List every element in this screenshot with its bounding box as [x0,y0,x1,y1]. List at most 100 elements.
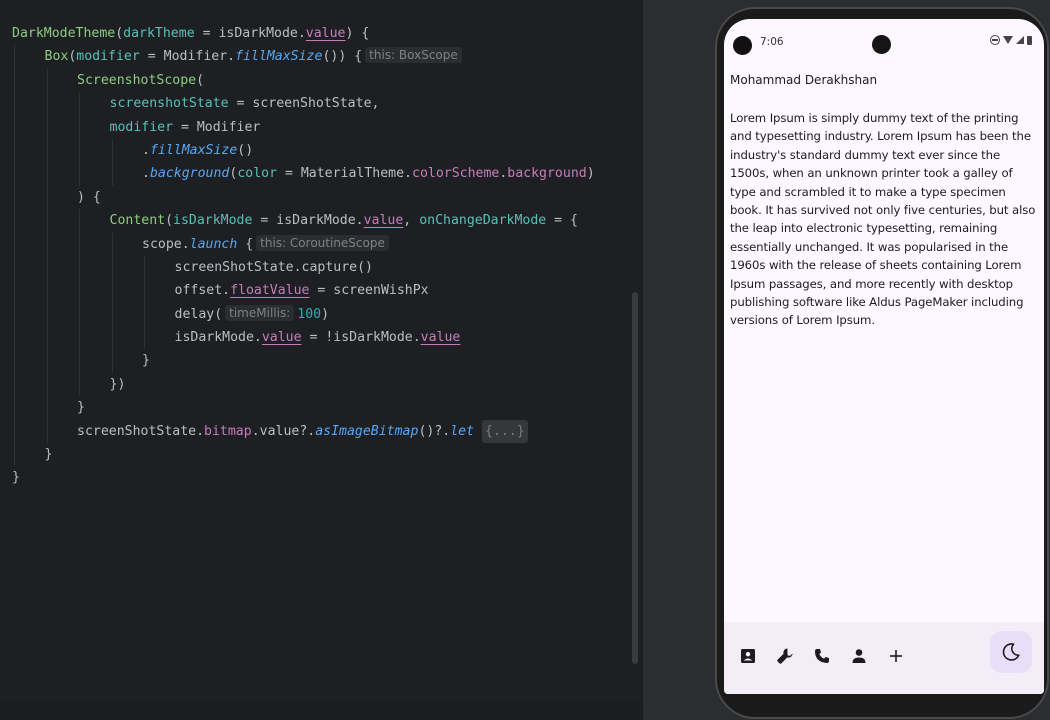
lorem-paragraph: Lorem Ipsum is simply dummy text of the … [730,111,1036,328]
indent-guide [111,349,113,373]
do-not-disturb-icon [990,35,1000,45]
code-line[interactable]: screenshotState = screenShotState, [12,92,595,116]
code-token: bitmap [204,423,252,439]
code-token: = { [546,213,578,229]
code-token: ) { [345,26,370,41]
front-camera [872,35,891,54]
code-token: launch [189,236,238,252]
contact-card-icon[interactable] [738,646,758,666]
indent-guide [79,326,80,350]
indent-guide [144,279,145,303]
status-bar: 7:06 [724,19,1044,55]
code-area[interactable]: DarkModeTheme(darkTheme = isDarkMode.val… [12,22,595,490]
code-token: ()) { [322,49,363,65]
indent-guide [111,302,113,327]
indent-guide [14,138,15,163]
code-token: DarkModeTheme [12,26,116,41]
indent-guide [144,302,145,327]
plus-icon[interactable] [886,646,906,666]
code-token: }) [109,376,126,392]
code-line[interactable]: } [12,349,595,373]
indent-guide [46,92,48,116]
code-token: } [12,470,20,486]
phone-icon[interactable] [812,646,832,666]
code-token: Box [44,49,69,65]
code-line[interactable]: delay(timeMillis: 100) [12,302,595,327]
inlay-hint: this: CoroutineScope [256,234,389,251]
indent-guide [111,138,113,163]
code-line[interactable]: Box(modifier = Modifier.fillMaxSize()) {… [12,45,595,69]
indent-guide [46,255,48,280]
phone-screen[interactable]: 7:06 Mohammad Derakhshan Lorem Ipsum is … [724,19,1044,694]
person-icon[interactable] [849,646,869,666]
code-line[interactable]: }) [12,372,595,397]
indent-guide [14,185,15,210]
code-token: fillMaxSize [235,49,323,65]
code-token: } [77,400,85,416]
code-token: offset. [174,283,231,299]
code-token: value [420,330,461,346]
code-token: = screenWishPx [309,283,429,299]
editor-bottom-strip [0,700,643,720]
code-token: = screenShotState, [228,96,380,112]
code-token: let [450,423,475,439]
code-line[interactable]: isDarkMode.value = !isDarkMode.value [12,326,595,350]
code-line[interactable]: .background(color = MaterialTheme.colorS… [12,162,595,186]
code-line[interactable]: } [12,396,595,420]
code-token: fillMaxSize [149,142,238,158]
indent-guide [46,232,48,256]
inlay-hint: timeMillis: [225,304,295,321]
wifi-icon [1003,36,1013,44]
code-line[interactable]: } [12,443,595,467]
signal-icon [1016,36,1024,44]
indent-guide [14,419,15,444]
code-editor[interactable]: DarkModeTheme(darkTheme = isDarkMode.val… [0,0,643,720]
indent-guide [14,255,15,280]
code-token: ) { [77,189,101,205]
bottom-bar-actions [738,646,906,666]
code-line[interactable]: offset.floatValue = screenWishPx [12,279,595,303]
indent-guide [79,115,80,139]
vertical-scrollbar[interactable] [632,292,638,664]
notification-dot-icon [733,36,752,55]
dark-mode-toggle-button[interactable] [990,631,1032,673]
folded-region[interactable]: {...} [481,419,528,444]
code-token: () [237,142,254,158]
indent-guide [14,279,15,303]
indent-guide [111,326,113,350]
code-line[interactable]: ScreenshotScope( [12,68,595,93]
indent-guide [111,232,113,256]
code-line[interactable]: .fillMaxSize() [12,138,595,163]
code-token: 100 [297,306,322,322]
code-token: .value?. [251,423,316,439]
indent-guide [46,326,48,350]
code-token: ) [321,306,330,322]
code-token: background [149,166,230,182]
code-token: scope. [142,236,190,252]
code-line[interactable]: Content(isDarkMode = isDarkMode.value, o… [12,209,595,233]
wrench-icon[interactable] [775,646,795,666]
indent-guide [46,349,48,373]
indent-guide [14,162,15,186]
moon-icon [1002,643,1020,661]
indent-guide [79,162,80,186]
code-token: background [507,166,587,182]
code-token: = !isDarkMode. [301,330,421,346]
code-line[interactable]: screenShotState.capture() [12,255,595,280]
status-icons [990,35,1032,45]
code-token: value [363,213,404,229]
code-line[interactable]: } [12,466,595,489]
indent-guide [111,255,113,280]
indent-guide [14,443,15,467]
code-line[interactable]: ) { [12,185,595,210]
emulator-pane: 7:06 Mohammad Derakhshan Lorem Ipsum is … [643,0,1050,720]
code-line[interactable]: screenShotState.bitmap.value?.asImageBit… [12,419,595,444]
code-line[interactable]: modifier = Modifier [12,115,595,139]
indent-guide [14,115,15,139]
code-token: } [142,353,150,369]
code-line[interactable]: scope.launch {this: CoroutineScope [12,232,595,256]
code-line[interactable]: DarkModeTheme(darkTheme = isDarkMode.val… [12,22,595,45]
code-token: isDarkMode [173,213,253,229]
code-token: , [403,213,420,229]
